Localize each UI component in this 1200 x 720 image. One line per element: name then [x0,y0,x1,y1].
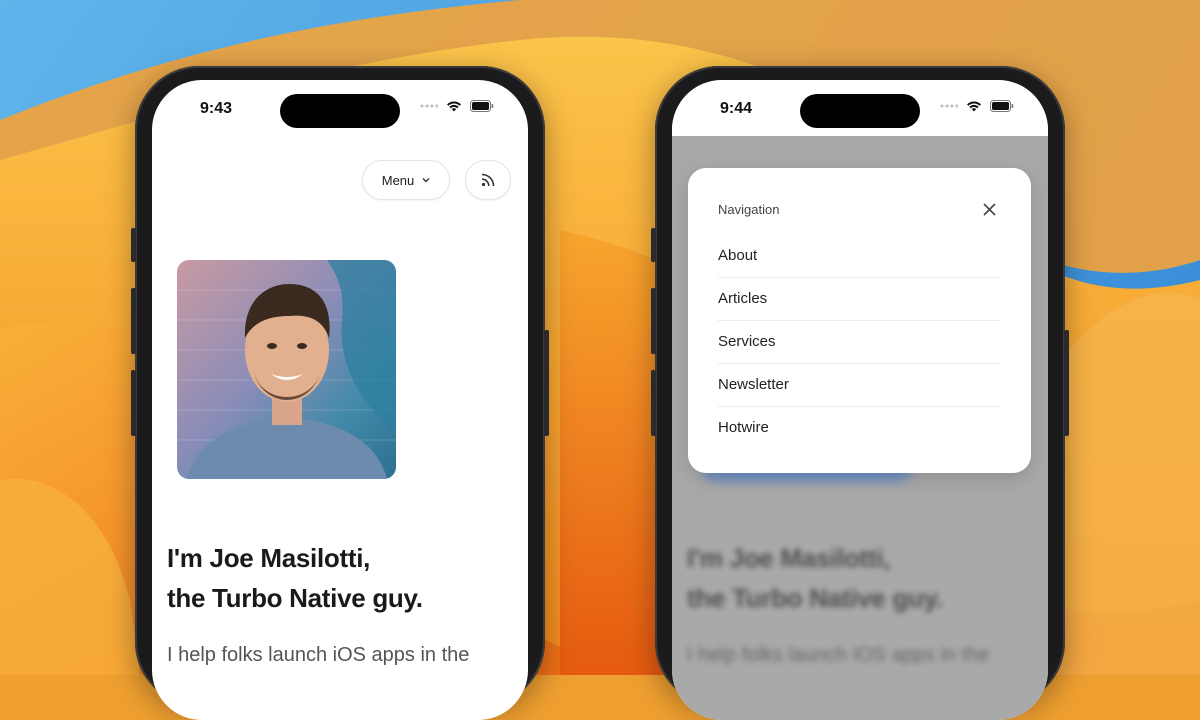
signal-dots-icon [940,104,958,108]
navigation-title: Navigation [718,202,780,217]
volume-down-button [131,370,136,436]
hero-subtext: I help folks launch iOS apps in the [687,644,990,666]
nav-item-services[interactable]: Services [718,321,1000,364]
menu-button[interactable]: Menu [362,160,450,200]
nav-item-about[interactable]: About [718,235,1000,278]
screen-right: I'm Joe Masilotti, the Turbo Native guy.… [672,80,1048,720]
chevron-down-icon [422,178,430,183]
headline-line-2: the Turbo Native guy. [687,583,943,613]
menu-button-label: Menu [381,172,415,188]
hero-subtext: I help folks launch iOS apps in the [167,644,470,666]
dynamic-island [800,94,920,128]
wifi-icon [447,101,461,112]
signal-dots-icon [420,104,438,108]
status-icons [420,100,494,112]
navigation-list: About Articles Services Newsletter Hotwi… [718,235,1000,449]
phone-left: 9:43 Menu I'm Joe Masilotti, the Turbo N… [131,66,549,720]
silent-switch [131,228,136,262]
status-time: 9:43 [200,100,233,117]
volume-down-button [651,370,656,436]
battery-icon [990,100,1014,112]
hero-headline: I'm Joe Masilotti, the Turbo Native guy. [687,538,1037,618]
wifi-icon [967,101,981,112]
power-button [1064,330,1069,436]
navigation-panel: Navigation About Articles Services Newsl… [688,168,1031,473]
status-icons [940,100,1014,112]
close-button[interactable] [978,198,1000,220]
volume-up-button [131,288,136,354]
rss-icon [481,173,495,187]
profile-photo [177,260,396,479]
headline-line-1: I'm Joe Masilotti, [687,543,891,573]
volume-up-button [651,288,656,354]
status-time: 9:44 [720,100,753,117]
rss-button[interactable] [465,160,511,200]
dynamic-island [280,94,400,128]
power-button [544,330,549,436]
headline-line-1: I'm Joe Masilotti, [167,543,371,573]
phone-right: I'm Joe Masilotti, the Turbo Native guy.… [651,66,1069,720]
screen-left: 9:43 Menu I'm Joe Masilotti, the Turbo N… [152,80,528,720]
headline-line-2: the Turbo Native guy. [167,583,423,613]
close-icon [982,202,996,216]
nav-item-articles[interactable]: Articles [718,278,1000,321]
battery-icon [470,100,494,112]
hero-headline: I'm Joe Masilotti, the Turbo Native guy. [167,538,517,618]
silent-switch [651,228,656,262]
nav-item-newsletter[interactable]: Newsletter [718,364,1000,407]
nav-item-hotwire[interactable]: Hotwire [718,407,1000,449]
